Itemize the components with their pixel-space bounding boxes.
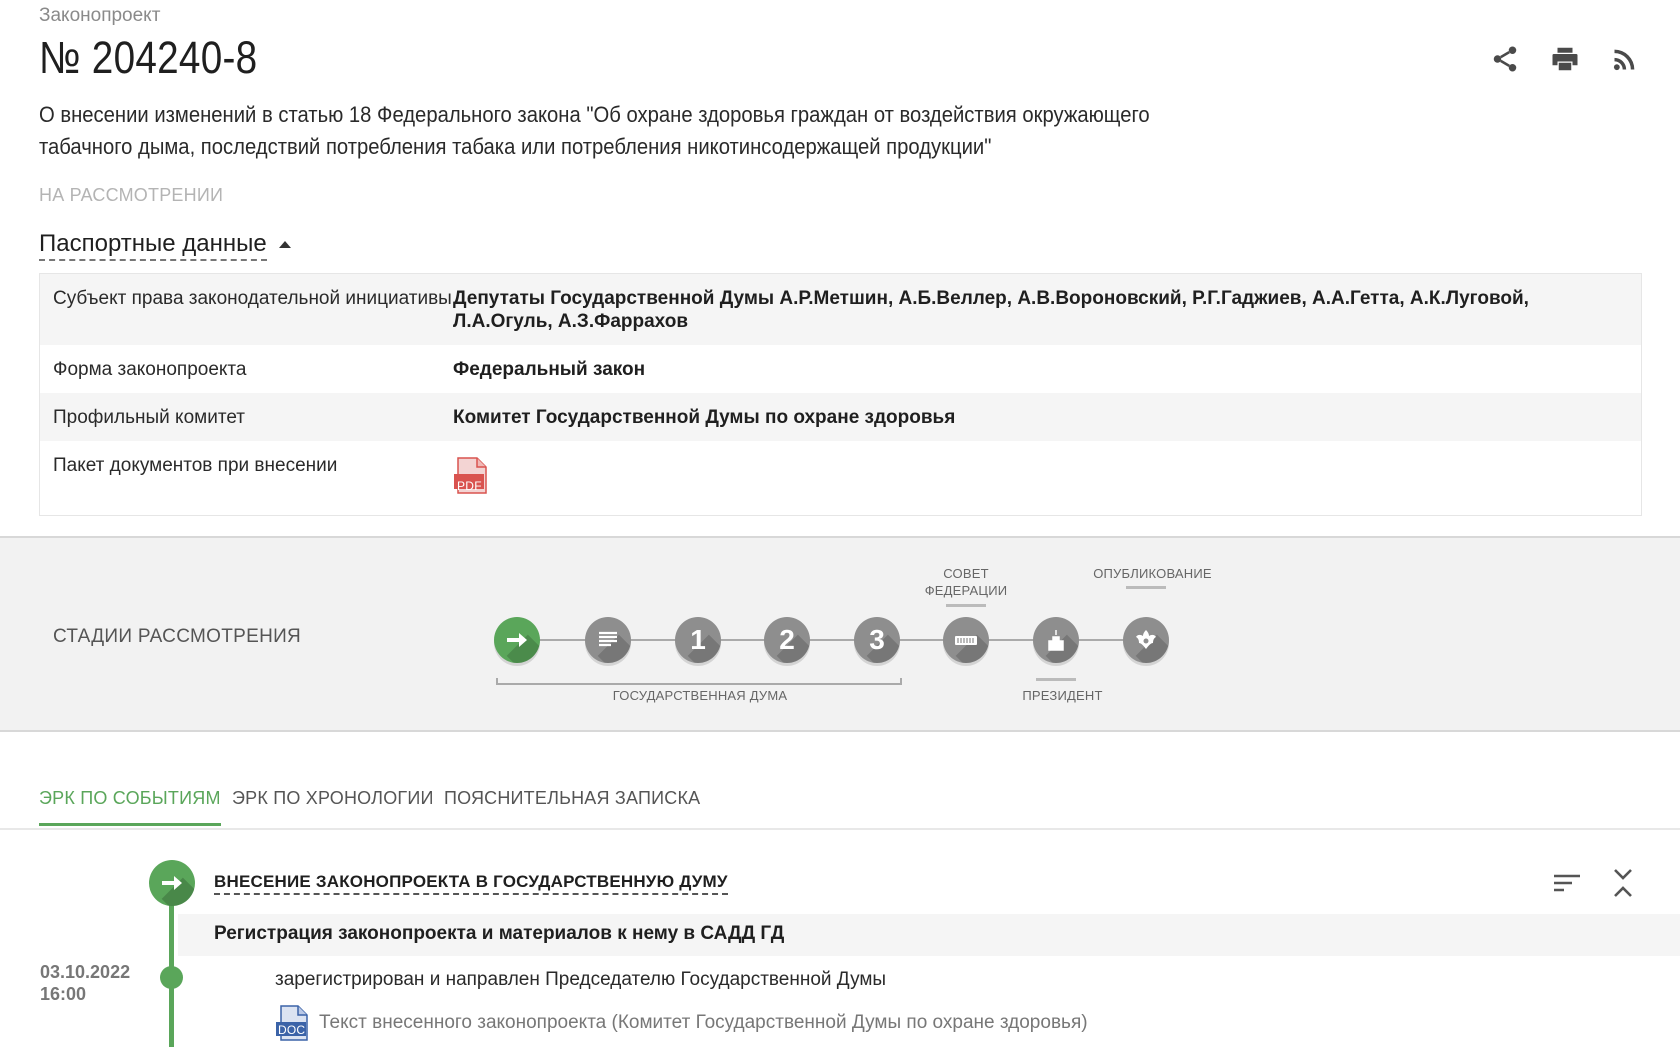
tab-chronology[interactable]: ЭРК ПО ХРОНОЛОГИИ (232, 788, 434, 823)
stage-bracket-duma (496, 678, 902, 685)
stage-preliminary[interactable] (585, 617, 631, 663)
bill-description: О внесении изменений в статью 18 Федерал… (39, 102, 1150, 159)
stage-label-duma: ГОСУДАРСТВЕННАЯ ДУМА (612, 688, 788, 703)
document-link[interactable]: DOC Текст внесенного законопроекта (Коми… (275, 1005, 1088, 1041)
doc-label: DOC (278, 1023, 306, 1037)
row-key: Профильный комитет (53, 407, 245, 428)
caret-up-icon (278, 241, 291, 248)
collapse-all-icon[interactable] (1608, 866, 1638, 900)
stage-reading-1[interactable]: 1 (675, 617, 721, 663)
stage-label-publication: ОПУБЛИКОВАНИЕ (1093, 566, 1212, 581)
print-icon[interactable] (1548, 42, 1582, 76)
tab-explanatory-note[interactable]: ПОЯСНИТЕЛЬНАЯ ЗАПИСКА (444, 788, 700, 823)
event-time: 16:00 (40, 984, 87, 1004)
pdf-icon[interactable]: PDF (453, 457, 489, 495)
event-title[interactable]: ВНЕСЕНИЕ ЗАКОНОПРОЕКТА В ГОСУДАРСТВЕННУЮ… (214, 872, 728, 895)
kremlin-icon (1048, 630, 1064, 651)
share-icon[interactable] (1488, 42, 1522, 76)
rss-icon[interactable] (1608, 42, 1642, 76)
table-row: Субъект права законодательной инициативы… (40, 274, 1641, 345)
stage-bracket-president (1036, 678, 1076, 681)
breadcrumb: Законопроект (39, 5, 161, 26)
event-subtitle: Регистрация законопроекта и материалов к… (214, 923, 785, 944)
stage-label-president: ПРЕЗИДЕНТ (1022, 688, 1103, 703)
arrow-right-icon (507, 633, 527, 647)
header-actions (1488, 42, 1642, 76)
tabs-bar: ЭРК ПО СОБЫТИЯМ ЭРК ПО ХРОНОЛОГИИ ПОЯСНИ… (0, 784, 1680, 830)
stage-federation-council[interactable] (943, 617, 989, 663)
stage-publication[interactable] (1123, 617, 1169, 663)
timeline-event-node (149, 860, 195, 906)
document-list-icon (599, 631, 617, 647)
row-value: Депутаты Государственной Думы А.Р.Метшин… (453, 288, 1529, 332)
event-datetime: 03.10.2022 16:00 (40, 961, 130, 1005)
arrow-right-icon (162, 876, 182, 890)
stage-reading-2[interactable]: 2 (764, 617, 810, 663)
stage-bracket-council (946, 604, 986, 607)
coat-of-arms-icon (1136, 630, 1156, 649)
event-tools (1552, 866, 1638, 900)
doc-icon: DOC (275, 1005, 309, 1041)
stage-president[interactable] (1033, 617, 1079, 663)
table-row: Профильный комитет Комитет Государственн… (40, 393, 1641, 441)
stage-label-council: СОВЕТ ФЕДЕРАЦИИ (924, 566, 1008, 598)
row-key: Форма законопроекта (53, 359, 247, 380)
timeline-dot (160, 966, 183, 989)
stage-reading-3-number: 3 (869, 624, 885, 655)
event-date: 03.10.2022 (40, 962, 131, 982)
stage-reading-1-number: 1 (690, 624, 706, 655)
passport-toggle[interactable]: Паспортные данные (39, 230, 291, 261)
stage-introduction[interactable] (494, 617, 540, 663)
tab-events[interactable]: ЭРК ПО СОБЫТИЯМ (39, 788, 221, 826)
pdf-label: PDF (457, 479, 482, 493)
sort-icon[interactable] (1552, 866, 1582, 900)
passport-toggle-label: Паспортные данные (39, 230, 267, 261)
table-row: Форма законопроекта Федеральный закон (40, 345, 1641, 393)
page-title: № 204240-8 (39, 32, 258, 83)
row-key: Пакет документов при внесении (53, 455, 338, 476)
row-value: Федеральный закон (453, 359, 646, 380)
table-row: Пакет документов при внесении PDF (40, 441, 1641, 515)
stage-reading-3[interactable]: 3 (854, 617, 900, 663)
stage-reading-2-number: 2 (779, 624, 795, 655)
stage-bracket-publication (1126, 586, 1166, 589)
document-title: Текст внесенного законопроекта (Комитет … (319, 1012, 1088, 1033)
row-value: Комитет Государственной Думы по охране з… (453, 407, 956, 428)
council-building-icon (955, 636, 977, 645)
row-value: PDF (453, 454, 1641, 501)
stages-title: СТАДИИ РАССМОТРЕНИЯ (53, 626, 302, 647)
status-badge: НА РАССМОТРЕНИИ (39, 185, 224, 205)
passport-table: Субъект права законодательной инициативы… (39, 273, 1642, 516)
row-key: Субъект права законодательной инициативы (53, 288, 452, 309)
stages-panel: СТАДИИ РАССМОТРЕНИЯ 1 2 3 СОВЕТ ФЕДЕРАЦИ… (0, 536, 1680, 732)
event-action: зарегистрирован и направлен Председателю… (275, 969, 887, 990)
